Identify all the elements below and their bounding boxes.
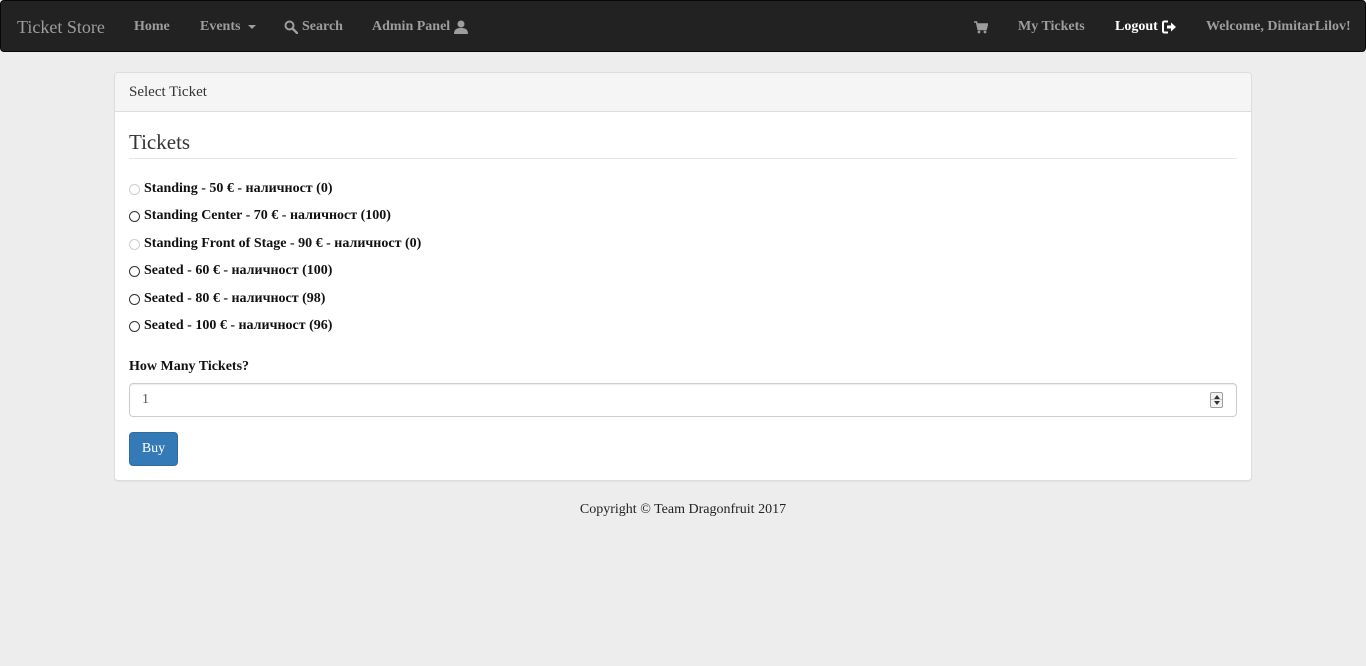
nav-my-tickets-label: My Tickets: [1018, 19, 1085, 34]
brand-link[interactable]: Ticket Store: [17, 1, 105, 53]
nav-logout-label: Logout: [1115, 19, 1158, 34]
quantity-value: 1: [142, 392, 149, 407]
user-icon: [454, 20, 469, 34]
quantity-label: How Many Tickets?: [129, 359, 250, 374]
ticket-option-seated-100[interactable]: Seated - 100 € - наличност (96): [129, 316, 332, 336]
nav-events-label: Events: [200, 19, 241, 34]
ticket-option-label: Standing Front of Stage - 90 € - налично…: [144, 236, 422, 251]
radio-button[interactable]: [129, 210, 140, 222]
radio-button[interactable]: [129, 183, 140, 195]
nav-my-tickets-link[interactable]: My Tickets: [1018, 1, 1085, 53]
ticket-option-standing-center[interactable]: Standing Center - 70 € - наличност (100): [129, 206, 391, 226]
nav-home-label: Home: [134, 19, 170, 34]
nav-admin-panel-link[interactable]: Admin Panel: [372, 1, 469, 53]
ticket-option-seated-60[interactable]: Seated - 60 € - наличност (100): [129, 261, 332, 281]
ticket-option-label: Standing - 50 € - наличност (0): [144, 181, 333, 196]
ticket-option-label: Seated - 100 € - наличност (96): [144, 318, 333, 333]
shopping-cart-icon: [974, 20, 988, 33]
ticket-option-label: Seated - 60 € - наличност (100): [144, 263, 333, 278]
select-ticket-panel: Select Ticket Tickets Standing - 50 € - …: [114, 72, 1252, 481]
welcome-label: Welcome, DimitarLilov!: [1206, 19, 1351, 34]
nav-home-link[interactable]: Home: [134, 1, 170, 53]
nav-welcome-text: Welcome, DimitarLilov!: [1206, 1, 1351, 53]
ticket-option-seated-80[interactable]: Seated - 80 € - наличност (98): [129, 289, 325, 309]
ticket-option-label: Standing Center - 70 € - наличност (100): [144, 208, 391, 223]
radio-button[interactable]: [129, 238, 140, 250]
radio-button[interactable]: [129, 265, 140, 277]
footer-copyright: Copyright © Team Dragonfruit 2017: [579, 502, 787, 517]
radio-button[interactable]: [129, 293, 140, 305]
nav-admin-panel-label: Admin Panel: [372, 19, 451, 34]
quantity-input[interactable]: 1: [129, 383, 1237, 417]
ticket-option-label: Seated - 80 € - наличност (98): [144, 291, 326, 306]
nav-logout-link[interactable]: Logout: [1115, 1, 1177, 53]
quantity-spinner[interactable]: [1210, 392, 1223, 408]
ticket-option-standing[interactable]: Standing - 50 € - наличност (0): [129, 179, 333, 199]
search-icon: [284, 20, 298, 34]
top-navbar: Ticket Store Home Events Search Admin Pa…: [0, 0, 1366, 52]
logout-icon: [1161, 20, 1176, 34]
panel-heading: Select Ticket: [115, 73, 1251, 112]
nav-events-dropdown[interactable]: Events: [200, 1, 257, 53]
buy-button[interactable]: Buy: [129, 432, 178, 466]
nav-cart-link[interactable]: [974, 1, 988, 53]
radio-button[interactable]: [129, 320, 140, 332]
nav-search-label: Search: [302, 19, 343, 34]
caret-down-icon: [248, 25, 257, 29]
tickets-legend: Tickets: [129, 129, 1237, 159]
nav-search-link[interactable]: Search: [284, 1, 343, 53]
ticket-option-standing-front[interactable]: Standing Front of Stage - 90 € - налично…: [129, 234, 421, 254]
